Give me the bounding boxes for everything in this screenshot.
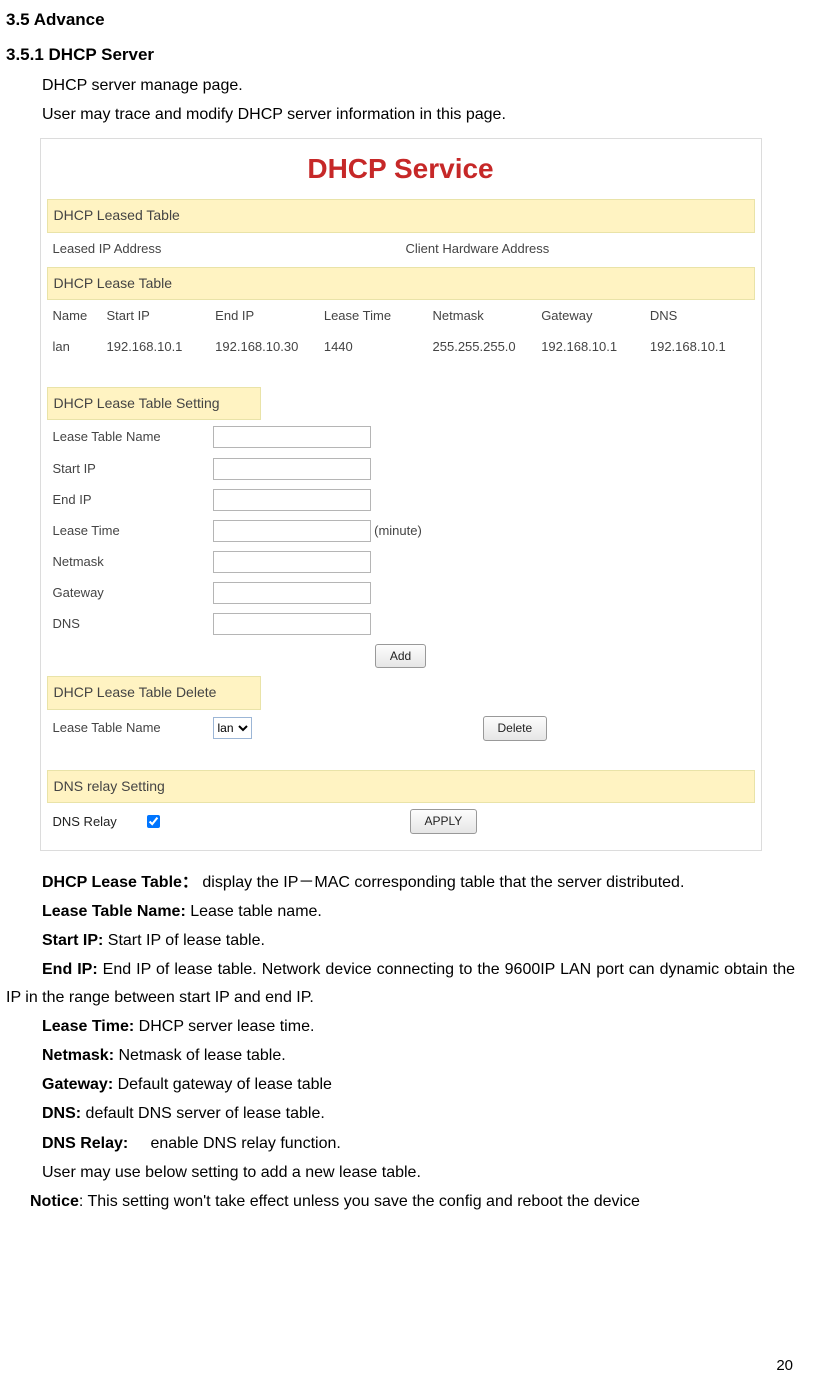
- row-add-button: Add: [41, 644, 761, 668]
- label-dns: DNS: [53, 613, 203, 635]
- cell-name: lan: [53, 336, 97, 358]
- col-lease-time: Lease Time: [324, 305, 423, 327]
- desc-lease-table-name: Lease Table Name: Lease table name.: [6, 898, 795, 925]
- desc-lease-time: Lease Time: DHCP server lease time.: [6, 1013, 795, 1040]
- checkbox-dns-relay[interactable]: [147, 815, 160, 828]
- desc-4-prefix: End IP:: [42, 961, 98, 978]
- input-dns[interactable]: [213, 613, 371, 635]
- col-name: Name: [53, 305, 97, 327]
- desc-start-ip: Start IP: Start IP of lease table.: [6, 927, 795, 954]
- desc-3-prefix: Start IP:: [42, 932, 103, 949]
- delete-button[interactable]: Delete: [483, 716, 548, 740]
- input-end-ip[interactable]: [213, 489, 371, 511]
- desc-5-body: DHCP server lease time.: [134, 1018, 314, 1035]
- cell-dns: 192.168.10.1: [650, 336, 749, 358]
- leased-col-1: Leased IP Address: [53, 238, 396, 260]
- desc-6-prefix: Netmask:: [42, 1047, 114, 1064]
- cell-gateway: 192.168.10.1: [541, 336, 640, 358]
- document-page: 3.5 Advance 3.5.1 DHCP Server DHCP serve…: [0, 0, 813, 1390]
- desc-1-prefix: DHCP Lease Table：: [42, 874, 198, 891]
- add-button[interactable]: Add: [375, 644, 426, 668]
- col-start-ip: Start IP: [107, 305, 206, 327]
- desc-netmask: Netmask: Netmask of lease table.: [6, 1042, 795, 1069]
- lease-table-header-row: Name Start IP End IP Lease Time Netmask …: [47, 302, 755, 330]
- label-lease-delete: Lease Table Name: [53, 717, 203, 739]
- desc-7-body: Default gateway of lease table: [113, 1076, 332, 1093]
- desc-dns: DNS: default DNS server of lease table.: [6, 1100, 795, 1127]
- desc-2-body: Lease table name.: [186, 903, 322, 920]
- leased-col-2: Client Hardware Address: [406, 238, 749, 260]
- desc-6-body: Netmask of lease table.: [114, 1047, 286, 1064]
- desc-3-body: Start IP of lease table.: [103, 932, 265, 949]
- label-netmask: Netmask: [53, 551, 203, 573]
- col-gateway: Gateway: [541, 305, 640, 327]
- section-leased-table: DHCP Leased Table: [47, 199, 755, 233]
- desc-8-body: default DNS server of lease table.: [81, 1105, 325, 1122]
- label-end-ip: End IP: [53, 489, 203, 511]
- label-lease-table-name: Lease Table Name: [53, 426, 203, 448]
- label-dns-relay: DNS Relay: [53, 811, 143, 833]
- label-lease-time: Lease Time: [53, 520, 203, 542]
- row-netmask: Netmask: [47, 548, 755, 576]
- desc-dhcp-lease-table: DHCP Lease Table： display the IP－MAC cor…: [6, 869, 795, 896]
- notice-prefix: Notice: [30, 1193, 79, 1210]
- desc-add-lease: User may use below setting to add a new …: [6, 1159, 795, 1186]
- desc-9-prefix: DNS Relay:: [42, 1135, 128, 1152]
- desc-8-prefix: DNS:: [42, 1105, 81, 1122]
- cell-netmask: 255.255.255.0: [433, 336, 532, 358]
- select-lease-name[interactable]: lan: [213, 717, 252, 739]
- input-lease-time[interactable]: [213, 520, 371, 542]
- heading-3-5: 3.5 Advance: [6, 6, 795, 35]
- row-end-ip: End IP: [47, 486, 755, 514]
- lease-table-data-row: lan 192.168.10.1 192.168.10.30 1440 255.…: [47, 333, 755, 361]
- input-netmask[interactable]: [213, 551, 371, 573]
- desc-gateway: Gateway: Default gateway of lease table: [6, 1071, 795, 1098]
- input-start-ip[interactable]: [213, 458, 371, 480]
- desc-4-body: End IP of lease table. Network device co…: [6, 961, 795, 1005]
- desc-end-ip: End IP: End IP of lease table. Network d…: [6, 956, 795, 1010]
- col-dns: DNS: [650, 305, 749, 327]
- desc-9-body: enable DNS relay function.: [128, 1135, 341, 1152]
- section-dns-relay: DNS relay Setting: [47, 770, 755, 804]
- desc-2-prefix: Lease Table Name:: [42, 903, 186, 920]
- notice-body: : This setting won't take effect unless …: [79, 1193, 640, 1210]
- row-dns: DNS: [47, 610, 755, 638]
- cell-lease-time: 1440: [324, 336, 423, 358]
- section-lease-table: DHCP Lease Table: [47, 267, 755, 301]
- col-netmask: Netmask: [433, 305, 532, 327]
- spacer-2: [41, 746, 761, 766]
- cell-start-ip: 192.168.10.1: [107, 336, 206, 358]
- figure-dhcp-service: DHCP Service DHCP Leased Table Leased IP…: [40, 138, 762, 851]
- section-lease-delete: DHCP Lease Table Delete: [47, 676, 261, 710]
- row-lease-table-name: Lease Table Name: [47, 423, 755, 451]
- cell-end-ip: 192.168.10.30: [215, 336, 314, 358]
- label-gateway: Gateway: [53, 582, 203, 604]
- section-lease-setting: DHCP Lease Table Setting: [47, 387, 261, 421]
- figure-title: DHCP Service: [41, 139, 761, 195]
- col-end-ip: End IP: [215, 305, 314, 327]
- row-dns-relay: DNS Relay APPLY: [47, 805, 755, 837]
- spacer: [41, 363, 761, 383]
- desc-dns-relay: DNS Relay: enable DNS relay function.: [6, 1130, 795, 1157]
- apply-button[interactable]: APPLY: [410, 809, 478, 833]
- heading-3-5-1: 3.5.1 DHCP Server: [6, 41, 795, 70]
- input-gateway[interactable]: [213, 582, 371, 604]
- page-number: 20: [776, 1353, 793, 1379]
- row-lease-time: Lease Time (minute): [47, 517, 755, 545]
- desc-notice: Notice: This setting won't take effect u…: [6, 1188, 795, 1215]
- intro-line-1: DHCP server manage page.: [42, 72, 795, 99]
- row-lease-delete: Lease Table Name lan Delete: [47, 713, 755, 743]
- row-start-ip: Start IP: [47, 455, 755, 483]
- desc-7-prefix: Gateway:: [42, 1076, 113, 1093]
- input-lease-table-name[interactable]: [213, 426, 371, 448]
- desc-1-body: display the IP－MAC corresponding table t…: [198, 874, 684, 891]
- leased-table-header-row: Leased IP Address Client Hardware Addres…: [47, 235, 755, 263]
- desc-5-prefix: Lease Time:: [42, 1018, 134, 1035]
- intro-line-2: User may trace and modify DHCP server in…: [42, 101, 795, 128]
- suffix-minute: (minute): [374, 523, 422, 538]
- row-gateway: Gateway: [47, 579, 755, 607]
- label-start-ip: Start IP: [53, 458, 203, 480]
